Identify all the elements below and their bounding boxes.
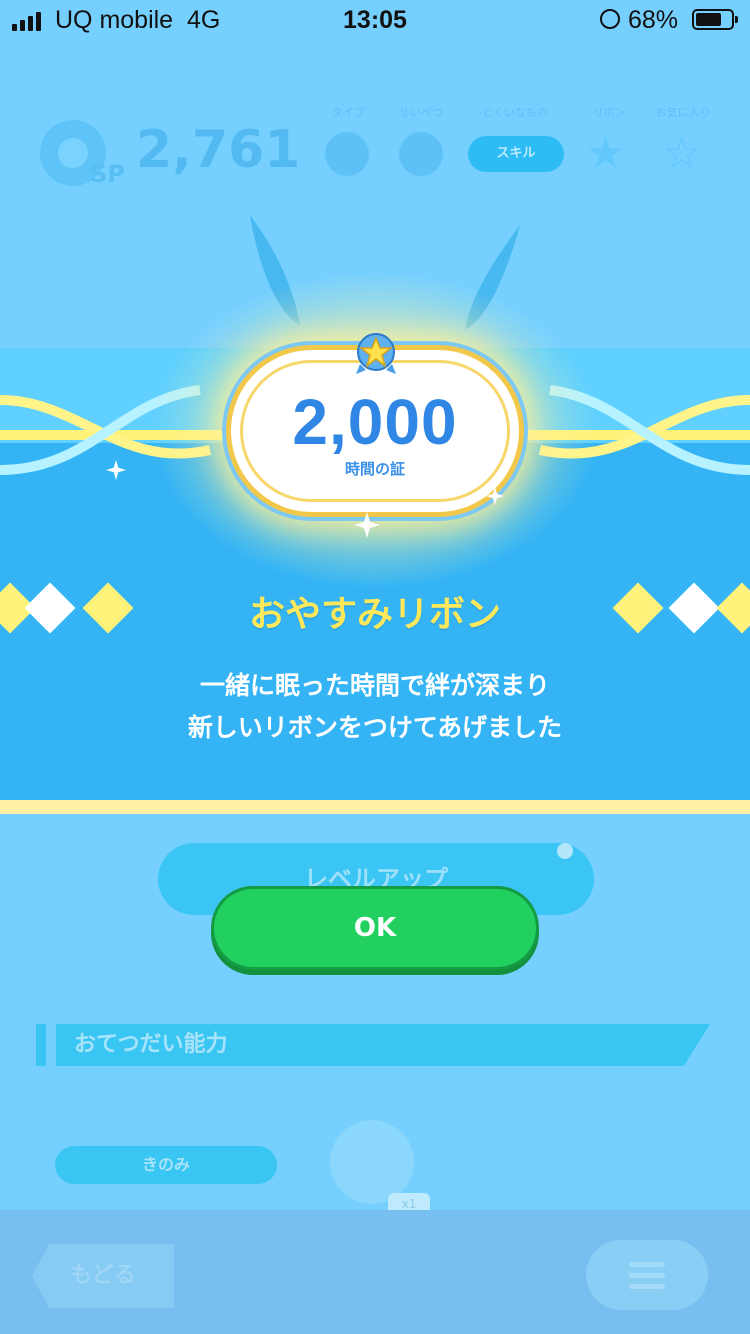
ribbon-title: おやすみリボン: [248, 594, 501, 635]
section-title: おてつだい能力: [56, 1024, 710, 1066]
ribbon-description-line1: 一緒に眠った時間で絆が深まり: [199, 671, 550, 700]
battery-icon: [692, 9, 738, 30]
sparkle-icon: [106, 460, 126, 480]
back-button: もどる: [32, 1244, 174, 1308]
header-label-gender: せいべつ: [399, 106, 443, 119]
ok-button[interactable]: OK: [211, 886, 539, 970]
ribbon-hours: 2,000: [292, 386, 458, 458]
sparkle-icon: [486, 487, 504, 505]
sp-label: SP: [90, 160, 125, 188]
header-label-specialty: とくいなもの: [482, 106, 548, 119]
sleep-points: 2,761: [136, 120, 301, 180]
status-bar: UQ mobile 4G 13:05 68%: [0, 0, 750, 40]
battery-percent: 68%: [628, 6, 679, 34]
ribbon-description-line2: 新しいリボンをつけてあげました: [187, 713, 563, 742]
berry-icon: [330, 1120, 414, 1204]
rotation-lock-icon: [600, 9, 620, 29]
section-accent: [36, 1024, 46, 1066]
menu-button: [586, 1240, 708, 1310]
banner-bottom-border: [0, 800, 750, 814]
ribbon-caption: 時間の証: [344, 460, 405, 478]
type-icon: [325, 132, 369, 176]
skill-badge: スキル: [468, 136, 564, 172]
female-icon: [399, 132, 443, 176]
header-label-favorite: お気に入り: [655, 106, 711, 119]
sparkle-icon: [354, 512, 380, 538]
ribbon-star-icon: ★: [586, 128, 626, 179]
ingredient-label: きのみ: [55, 1146, 277, 1184]
notification-dot: [557, 843, 573, 859]
favorite-star-icon[interactable]: ☆: [662, 132, 701, 176]
ribbon-medal-icon: [356, 333, 396, 374]
